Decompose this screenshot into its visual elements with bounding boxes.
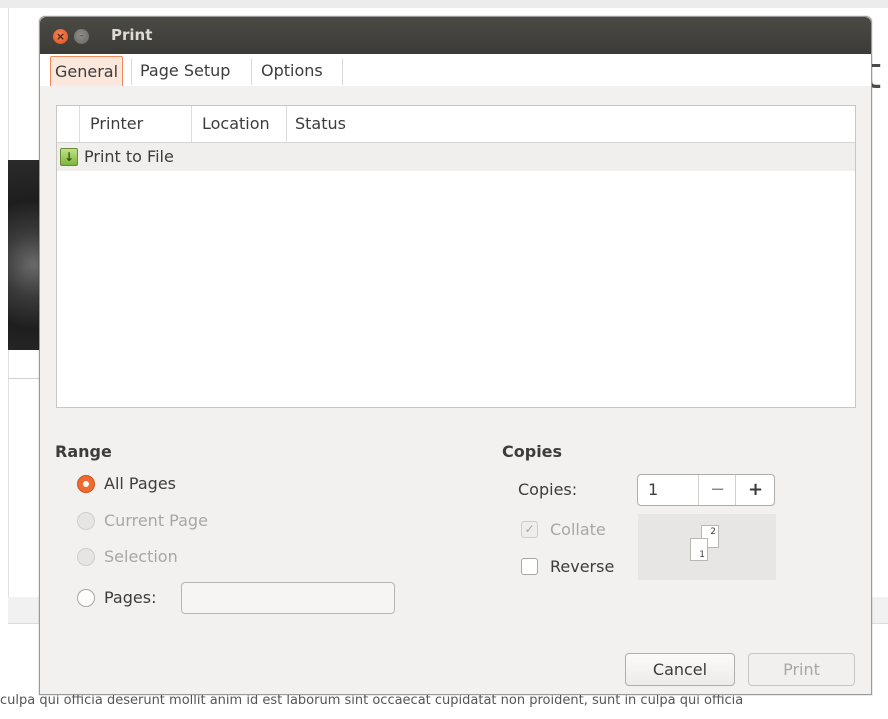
radio-current-page[interactable] (77, 512, 95, 530)
tab-separator (131, 59, 132, 85)
minimize-icon[interactable]: – (74, 29, 89, 44)
preview-page-1: 1 (690, 538, 708, 561)
collate-checkbox[interactable]: ✓ (521, 521, 538, 538)
radio-all-pages[interactable] (77, 475, 95, 493)
background-top-bar (0, 0, 888, 8)
cancel-button[interactable]: Cancel (625, 653, 735, 686)
column-header-status[interactable]: Status (295, 106, 346, 142)
printer-name: Print to File (84, 147, 174, 166)
tab-page-setup[interactable]: Page Setup (136, 56, 234, 86)
column-separator (79, 106, 80, 142)
copies-label: Copies: (518, 480, 578, 499)
radio-selection[interactable] (77, 548, 95, 566)
column-header-location[interactable]: Location (202, 106, 270, 142)
print-dialog: × – Print General Page Setup Options Pri… (39, 16, 872, 695)
reverse-label[interactable]: Reverse (550, 557, 614, 577)
copies-stepper[interactable]: 1 − + (637, 474, 775, 506)
tab-general[interactable]: General (50, 56, 124, 86)
printer-row-print-to-file[interactable]: ↓ Print to File (57, 143, 855, 171)
collate-label[interactable]: Collate (550, 520, 606, 540)
collate-preview: 2 1 (638, 514, 776, 580)
column-separator (191, 106, 192, 142)
tab-separator (342, 59, 343, 85)
background-image (8, 160, 40, 350)
radio-pages-label[interactable]: Pages: (104, 588, 156, 608)
minus-icon[interactable]: − (698, 475, 736, 505)
dialog-title: Print (111, 26, 153, 44)
print-button[interactable]: Print (748, 653, 855, 686)
download-icon: ↓ (60, 148, 78, 166)
dialog-titlebar[interactable]: × – Print (40, 17, 871, 54)
tab-separator (251, 59, 252, 85)
radio-selection-label[interactable]: Selection (104, 547, 178, 567)
copies-value[interactable]: 1 (648, 475, 658, 505)
column-header-printer[interactable]: Printer (90, 106, 143, 142)
background-divider (8, 378, 40, 379)
close-icon[interactable]: × (53, 29, 68, 44)
plus-icon[interactable]: + (735, 475, 775, 505)
radio-current-page-label[interactable]: Current Page (104, 511, 208, 531)
pages-input[interactable] (181, 582, 395, 614)
tab-options[interactable]: Options (257, 56, 327, 86)
reverse-checkbox[interactable] (521, 558, 538, 575)
radio-pages[interactable] (77, 589, 95, 607)
column-separator (286, 106, 287, 142)
printer-list-header: Printer Location Status (57, 106, 855, 143)
radio-all-pages-label[interactable]: All Pages (104, 474, 176, 494)
range-section-title: Range (55, 442, 112, 461)
printer-list[interactable]: Printer Location Status ↓ Print to File (56, 105, 856, 408)
copies-section-title: Copies (502, 442, 563, 461)
